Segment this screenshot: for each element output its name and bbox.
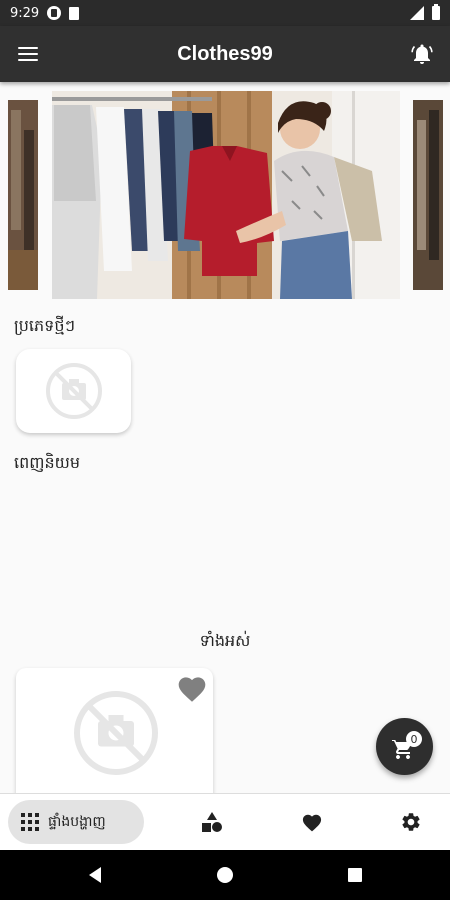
all-products-heading: ទាំងអស់: [199, 631, 251, 650]
heart-icon: [178, 677, 206, 702]
nav-categories-tab[interactable]: [192, 802, 232, 842]
status-time: 9:29: [10, 5, 40, 21]
system-back-button[interactable]: [84, 864, 106, 886]
nav-home-label: ផ្ទាំងបង្ហាញ: [48, 813, 106, 830]
system-home-button[interactable]: [214, 864, 236, 886]
banner-carousel[interactable]: [0, 91, 450, 299]
heart-icon: [302, 814, 322, 832]
app-notification-icon: [47, 6, 62, 20]
status-bar: 9:29: [0, 0, 450, 26]
new-types-heading: ប្រភេទថ្មីៗ: [14, 316, 76, 335]
bottom-navigation: ផ្ទាំងបង្ហាញ: [0, 793, 450, 850]
bell-icon: [411, 44, 433, 64]
home-circle-icon: [217, 867, 233, 883]
nav-settings-tab[interactable]: [391, 802, 431, 842]
carousel-prev-slide[interactable]: [8, 100, 38, 290]
carousel-next-slide[interactable]: [413, 100, 443, 290]
grid-icon: [21, 813, 39, 831]
hamburger-menu-icon: [18, 47, 38, 61]
clothing-store-photo: [52, 91, 400, 299]
signal-icon: [410, 6, 424, 20]
gear-icon: [402, 813, 420, 831]
menu-button[interactable]: [0, 26, 56, 82]
popular-heading: ពេញនិយម: [14, 453, 81, 472]
nav-favorites-tab[interactable]: [292, 802, 332, 842]
system-navigation-bar: [0, 850, 450, 900]
shapes-icon: [202, 812, 222, 832]
notification-button[interactable]: [394, 26, 450, 82]
sd-card-icon: [69, 6, 80, 20]
favorite-button[interactable]: [175, 672, 209, 704]
app-bar: Clothes99: [0, 26, 450, 82]
system-recents-button[interactable]: [344, 864, 366, 886]
back-triangle-icon: [89, 867, 101, 883]
cart-count-badge: 0: [406, 731, 422, 747]
category-card[interactable]: [16, 349, 131, 433]
product-card[interactable]: [16, 668, 213, 800]
carousel-main-slide[interactable]: [52, 91, 400, 299]
app-title: Clothes99: [177, 42, 273, 65]
battery-icon: [432, 4, 440, 20]
no-image-icon: [74, 691, 158, 775]
no-image-icon: [45, 363, 102, 419]
recents-square-icon: [348, 868, 362, 882]
cart-button[interactable]: 0: [376, 718, 433, 775]
nav-home-tab[interactable]: ផ្ទាំងបង្ហាញ: [8, 800, 144, 844]
